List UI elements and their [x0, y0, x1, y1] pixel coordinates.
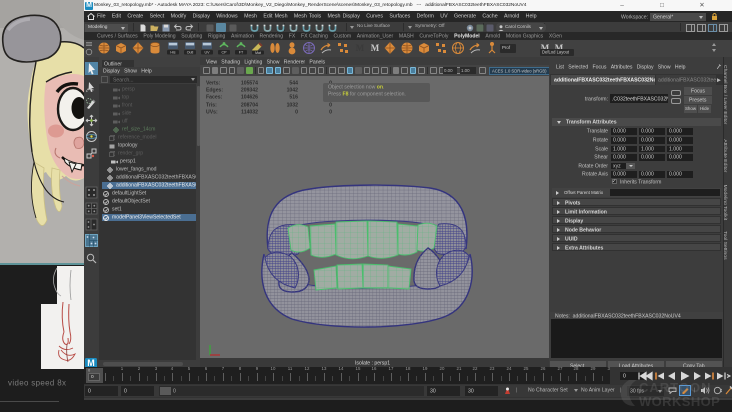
svg-text:M: M — [371, 43, 380, 53]
svg-text:CARTOON: CARTOON — [639, 380, 711, 395]
svg-text:Outl: Outl — [187, 51, 194, 55]
svg-text:His: His — [170, 51, 175, 55]
svg-text:WORKSHOP: WORKSHOP — [639, 394, 720, 409]
svg-text:Mat: Mat — [255, 51, 261, 55]
svg-text:M: M — [356, 43, 365, 53]
svg-text:CP: CP — [222, 51, 228, 55]
svg-text:UV: UV — [205, 51, 211, 55]
